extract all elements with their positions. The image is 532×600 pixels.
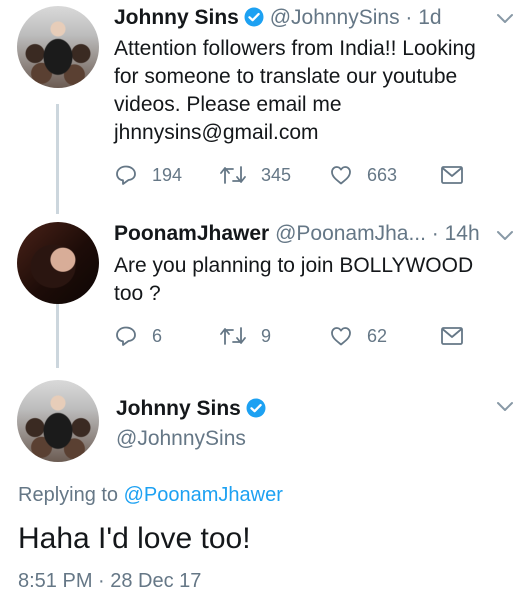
tweet-text-line: Attention followers from India!! Looking xyxy=(114,37,476,60)
replying-to: Replying to @PoonamJhawer xyxy=(18,482,283,508)
reply-button[interactable]: 194 xyxy=(114,163,182,187)
author-name[interactable]: PoonamJhawer xyxy=(114,222,269,245)
thread-line-2 xyxy=(56,300,59,368)
reply-icon xyxy=(116,326,136,346)
author-handle[interactable]: @PoonamJha... xyxy=(275,222,426,245)
retweet-button[interactable]: 9 xyxy=(219,324,271,348)
author-name[interactable]: Johnny Sins xyxy=(114,6,239,29)
tweet-time[interactable]: · 14h xyxy=(426,222,480,245)
chevron-down-icon[interactable] xyxy=(496,12,514,30)
retweet-icon xyxy=(220,327,246,345)
author-name[interactable]: Johnny Sins xyxy=(116,397,241,420)
tweet-3-text: Haha I'd love too! xyxy=(18,522,251,555)
retweet-count: 9 xyxy=(261,325,272,346)
thread-line-1 xyxy=(56,104,59,214)
like-count: 62 xyxy=(367,325,388,346)
heart-icon xyxy=(331,327,351,346)
tweet-1-text: Attention followers from India!! Looking… xyxy=(114,35,476,147)
tweet-text-line: for someone to translate our youtube xyxy=(114,65,458,88)
tweet-1-header: Johnny Sins @JohnnySins · 1d xyxy=(114,5,442,34)
tweet-2-header: PoonamJhawer @PoonamJha... · 14h xyxy=(114,221,480,247)
reply-count: 194 xyxy=(152,164,183,185)
author-handle[interactable]: @JohnnySins xyxy=(270,6,400,29)
tweet-text-line: Are you planning to join BOLLYWOOD xyxy=(114,254,474,277)
chevron-down-icon[interactable] xyxy=(496,229,514,247)
tweet-timestamp[interactable]: 8:51 PM · 28 Dec 17 xyxy=(18,568,201,594)
tweet-text-line: too ? xyxy=(114,282,161,305)
heart-icon xyxy=(331,166,351,185)
like-button[interactable]: 663 xyxy=(329,163,397,187)
retweet-icon xyxy=(220,166,246,184)
tweet-text-line[interactable]: jhnnysins@gmail.com xyxy=(114,119,476,147)
envelope-icon xyxy=(441,166,463,184)
replying-to-link[interactable]: @PoonamJhawer xyxy=(124,484,283,506)
verified-badge-icon xyxy=(246,398,266,425)
avatar-johnny-sins[interactable] xyxy=(17,6,99,88)
reply-button[interactable]: 6 xyxy=(114,324,162,348)
direct-message-button[interactable] xyxy=(440,326,464,346)
tweet-2-text: Are you planning to join BOLLYWOOD too ? xyxy=(114,252,473,308)
avatar-johnny-sins[interactable] xyxy=(17,380,99,462)
retweet-button[interactable]: 345 xyxy=(219,163,291,187)
tweet-text-line: videos. Please email me xyxy=(114,93,342,116)
direct-message-button[interactable] xyxy=(440,165,464,185)
like-count: 663 xyxy=(367,164,398,185)
reply-count: 6 xyxy=(152,325,163,346)
author-handle[interactable]: @JohnnySins xyxy=(116,426,246,452)
tweet-time[interactable]: · 1d xyxy=(400,6,441,29)
reply-icon xyxy=(116,165,136,185)
like-button[interactable]: 62 xyxy=(329,324,387,348)
retweet-count: 345 xyxy=(261,164,292,185)
replying-to-prefix: Replying to xyxy=(18,484,124,506)
envelope-icon xyxy=(441,327,463,345)
verified-badge-icon xyxy=(244,7,264,34)
chevron-down-icon[interactable] xyxy=(496,400,514,418)
avatar-poonam-jhawer[interactable] xyxy=(17,222,99,304)
author-name-row: Johnny Sins xyxy=(116,396,266,425)
